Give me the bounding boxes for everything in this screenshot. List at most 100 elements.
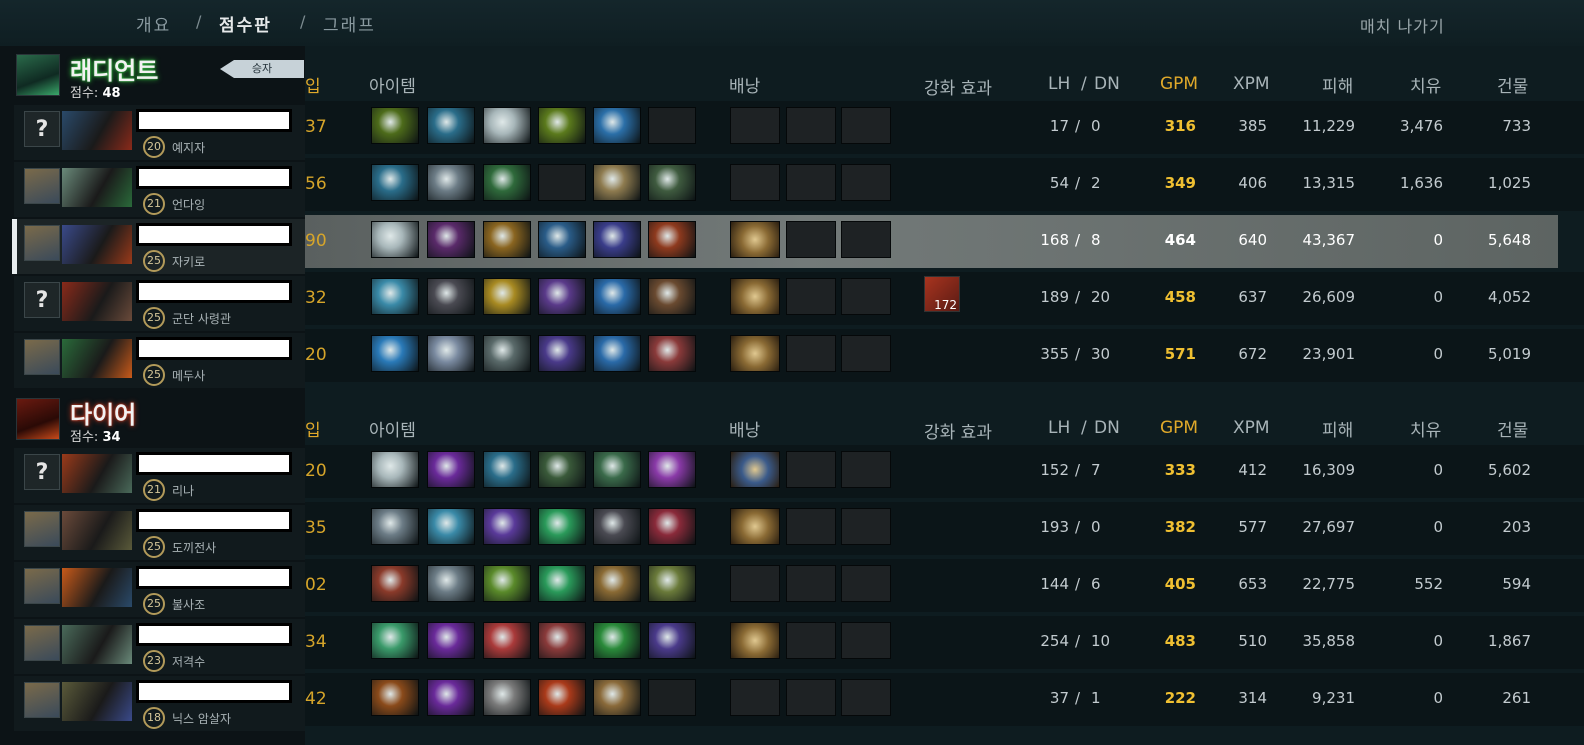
item-icon[interactable] [648, 565, 696, 602]
item-icon[interactable] [483, 221, 531, 258]
item-icon[interactable] [427, 451, 475, 488]
table-row[interactable]: 37 17 / 0 316 385 11,229 3,476 733 [305, 101, 1584, 154]
item-icon[interactable] [538, 451, 586, 488]
item-icon[interactable] [538, 679, 586, 716]
item-icon[interactable] [371, 221, 419, 258]
item-icon[interactable] [427, 622, 475, 659]
player-avatar [24, 339, 60, 375]
player-card[interactable]: 21 언다잉 [14, 162, 305, 217]
item-icon[interactable] [648, 451, 696, 488]
item-icon[interactable] [371, 164, 419, 201]
player-card[interactable]: 25 메두사 [14, 333, 305, 388]
item-icon[interactable] [483, 164, 531, 201]
item-icon[interactable] [648, 622, 696, 659]
backpack-item-icon[interactable] [730, 622, 780, 659]
item-icon[interactable] [483, 508, 531, 545]
item-icon[interactable] [427, 679, 475, 716]
item-icon[interactable] [483, 679, 531, 716]
radiant-emblem-icon [16, 54, 60, 96]
item-icon[interactable] [648, 335, 696, 372]
item-icon[interactable] [593, 335, 641, 372]
top-nav-bar: 개요 / 점수판 / 그래프 매치 나가기 [0, 0, 1584, 46]
stat-gpm: 483 [1164, 632, 1196, 650]
item-icon[interactable] [648, 221, 696, 258]
player-card[interactable]: 18 닉스 암살자 [14, 676, 305, 731]
item-icon[interactable] [427, 107, 475, 144]
backpack-item-icon[interactable] [730, 221, 780, 258]
player-card[interactable]: ? 20 예지자 [14, 105, 305, 160]
item-icon[interactable] [371, 278, 419, 315]
item-icon[interactable] [593, 221, 641, 258]
item-icon[interactable] [483, 622, 531, 659]
backpack-item-icon[interactable] [730, 451, 780, 488]
table-row[interactable]: 35 193 / 0 382 577 27,697 0 203 [305, 502, 1584, 555]
stat-xpm: 412 [1238, 461, 1267, 479]
item-icon[interactable] [593, 451, 641, 488]
item-icon[interactable] [483, 278, 531, 315]
item-icon[interactable] [648, 508, 696, 545]
item-icon[interactable] [538, 278, 586, 315]
tab-overview[interactable]: 개요 [136, 11, 171, 36]
table-row[interactable]: 90 168 / 8 464 640 43,367 0 5,648 [305, 215, 1558, 268]
item-icon[interactable] [427, 278, 475, 315]
item-icon[interactable] [538, 622, 586, 659]
item-icon[interactable] [538, 565, 586, 602]
item-icon[interactable] [427, 221, 475, 258]
heal-header: 치유 [1410, 77, 1442, 97]
item-icon[interactable] [427, 335, 475, 372]
item-icon[interactable] [371, 565, 419, 602]
item-icon[interactable] [483, 107, 531, 144]
item-icon[interactable] [538, 335, 586, 372]
item-icon[interactable] [483, 335, 531, 372]
item-icon[interactable] [593, 622, 641, 659]
exit-match-button[interactable]: 매치 나가기 [1360, 13, 1445, 37]
player-card[interactable]: 25 불사조 [14, 562, 305, 617]
item-icon[interactable] [538, 221, 586, 258]
player-card[interactable]: 25 도끼전사 [14, 505, 305, 560]
item-icon[interactable] [593, 565, 641, 602]
item-icon[interactable] [593, 278, 641, 315]
table-row[interactable]: 20 355 / 30 571 672 23,901 0 5,019 [305, 329, 1584, 382]
item-icon[interactable] [427, 565, 475, 602]
table-row[interactable]: 20 152 / 7 333 412 16,309 0 5,602 [305, 445, 1584, 498]
item-icon[interactable] [593, 679, 641, 716]
table-row[interactable]: 42 37 / 1 222 314 9,231 0 261 [305, 673, 1584, 726]
item-icon[interactable] [483, 451, 531, 488]
item-icon[interactable] [538, 107, 586, 144]
table-row[interactable]: 02 144 / 6 405 653 22,775 552 594 [305, 559, 1584, 612]
item-icon[interactable] [427, 508, 475, 545]
item-icon[interactable] [593, 164, 641, 201]
item-icon[interactable] [648, 164, 696, 201]
stat-lh: 152 [1040, 461, 1069, 479]
nav-separator: / [196, 12, 202, 31]
item-icon[interactable] [371, 508, 419, 545]
tab-graphs[interactable]: 그래프 [323, 11, 376, 36]
dire-emblem-icon [16, 398, 60, 440]
table-row[interactable]: 34 254 / 10 483 510 35,858 0 1,867 [305, 616, 1584, 669]
backpack-item-icon[interactable] [730, 278, 780, 315]
player-card[interactable]: 25 자키로 [12, 219, 305, 274]
tab-scoreboard[interactable]: 점수판 [219, 11, 272, 36]
table-row[interactable]: 32 172 189 / 20 458 637 26,609 0 4,052 [305, 272, 1584, 325]
backpack-item-icon[interactable] [730, 335, 780, 372]
stat-damage: 35,858 [1302, 632, 1356, 650]
backpack-item-icon[interactable] [730, 508, 780, 545]
item-icon[interactable] [371, 451, 419, 488]
item-icon[interactable] [593, 107, 641, 144]
item-icon[interactable] [483, 565, 531, 602]
stat-lh: 37 [1049, 689, 1069, 707]
stat-building: 4,052 [1488, 288, 1531, 306]
item-icon[interactable] [371, 622, 419, 659]
table-row[interactable]: 56 54 / 2 349 406 13,315 1,636 1,025 [305, 158, 1584, 211]
player-avatar [24, 682, 60, 718]
item-icon[interactable] [371, 107, 419, 144]
item-icon[interactable] [371, 335, 419, 372]
player-card[interactable]: 23 저격수 [14, 619, 305, 674]
item-icon[interactable] [593, 508, 641, 545]
item-icon[interactable] [648, 278, 696, 315]
item-icon[interactable] [538, 508, 586, 545]
item-icon[interactable] [427, 164, 475, 201]
player-card[interactable]: ? 25 군단 사령관 [14, 276, 305, 331]
item-icon[interactable] [371, 679, 419, 716]
player-card[interactable]: ? 21 리나 [14, 448, 305, 503]
